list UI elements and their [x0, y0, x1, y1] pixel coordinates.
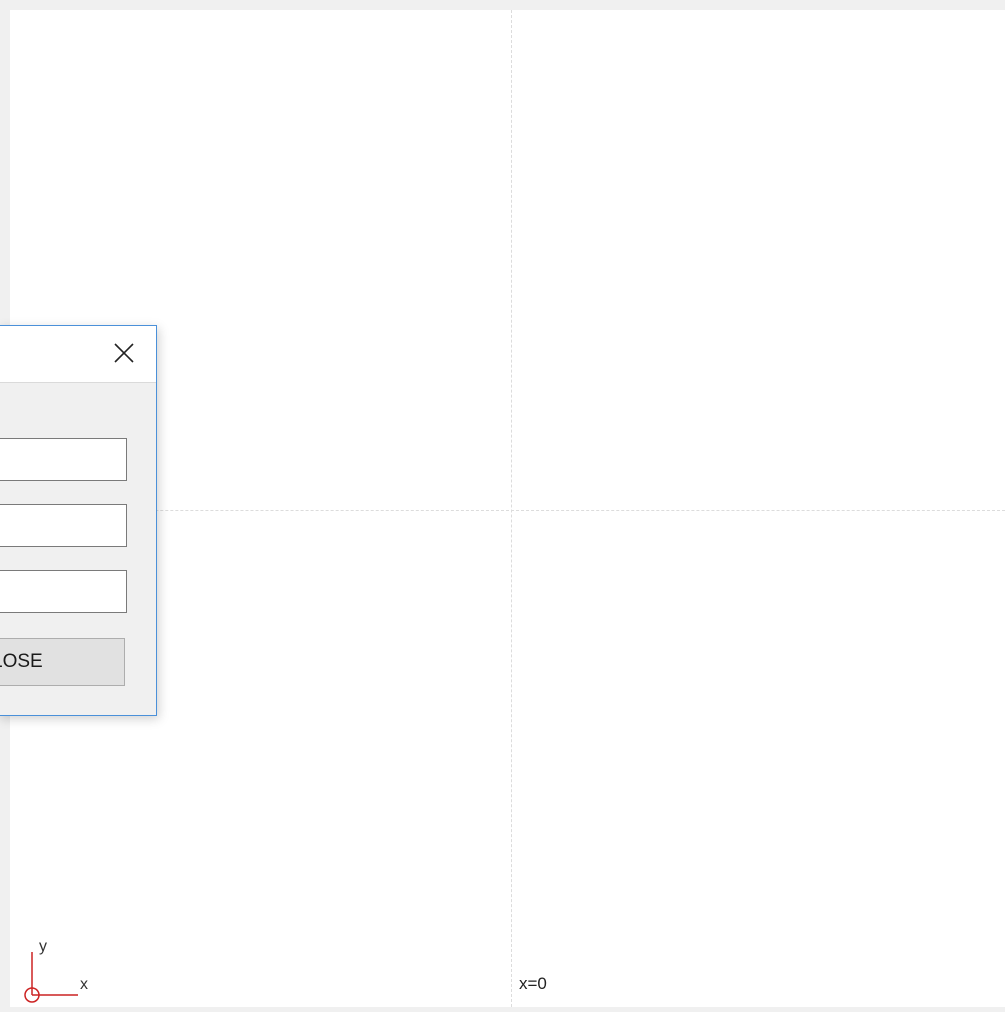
ucs-axes-icon — [24, 952, 78, 1003]
dialog-input-3[interactable] — [0, 570, 127, 613]
close-button-label: LOSE — [0, 651, 43, 672]
ucs-axis-indicator: y x — [20, 938, 90, 1007]
ucs-x-label: x — [80, 976, 88, 993]
vertical-center-guide — [511, 10, 512, 1007]
dialog-window: LOSE — [0, 325, 157, 716]
drawing-viewport[interactable]: y x x=0 — [10, 10, 1005, 1007]
coordinate-readout: x=0 — [519, 974, 547, 993]
horizontal-center-guide — [10, 510, 1005, 511]
dialog-input-1[interactable] — [0, 438, 127, 481]
close-icon[interactable] — [111, 340, 137, 366]
dialog-titlebar[interactable] — [0, 326, 156, 383]
close-button[interactable]: LOSE — [0, 638, 125, 686]
ucs-y-label: y — [39, 938, 47, 955]
dialog-input-2[interactable] — [0, 504, 127, 547]
